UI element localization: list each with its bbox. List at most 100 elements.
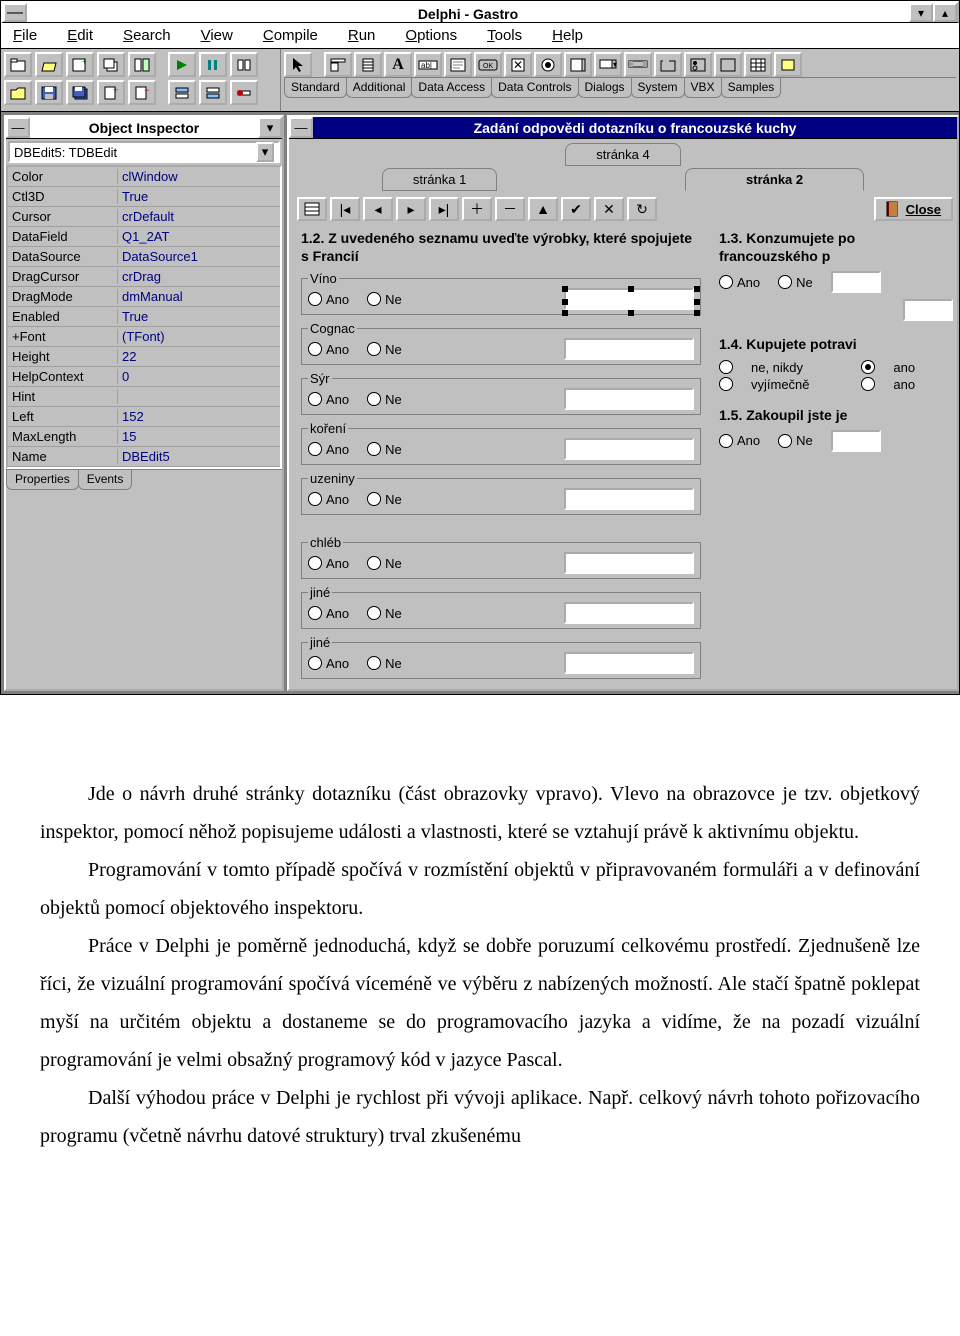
q12-7-no[interactable]: Ne: [367, 656, 402, 671]
menu-help[interactable]: Help: [546, 25, 589, 46]
toggle-button[interactable]: [128, 52, 156, 77]
q12-3-edit[interactable]: [564, 438, 694, 460]
prop-row-hint[interactable]: Hint: [8, 387, 280, 407]
q12-6-edit[interactable]: [564, 602, 694, 624]
q15-yes[interactable]: Ano: [719, 433, 760, 448]
prop-row-enabled[interactable]: EnabledTrue: [8, 307, 280, 327]
q12-3-yes[interactable]: Ano: [308, 442, 349, 457]
comp-radio[interactable]: [534, 52, 562, 77]
menu-edit[interactable]: Edit: [61, 25, 99, 46]
chevron-down-icon[interactable]: ▾: [256, 142, 274, 162]
comp-checkbox[interactable]: ✕: [504, 52, 532, 77]
nav-delete-button[interactable]: －: [495, 197, 525, 221]
q12-0-no[interactable]: Ne: [367, 292, 402, 307]
tab-events[interactable]: Events: [78, 470, 133, 490]
nav-post-button[interactable]: ✔: [561, 197, 591, 221]
nav-prev-button[interactable]: ◂: [363, 197, 393, 221]
tab-page4[interactable]: stránka 4: [565, 143, 680, 166]
q12-3-no[interactable]: Ne: [367, 442, 402, 457]
tab-properties[interactable]: Properties: [6, 470, 79, 490]
q12-2-yes[interactable]: Ano: [308, 392, 349, 407]
q12-1-no[interactable]: Ne: [367, 342, 402, 357]
form-sysmenu-icon[interactable]: —: [289, 117, 313, 138]
q14-opt4[interactable]: ano: [861, 377, 953, 392]
prop-row-+font[interactable]: +Font(TFont): [8, 327, 280, 347]
arrow-tool[interactable]: [284, 52, 312, 77]
q13-edit2[interactable]: [903, 299, 953, 321]
nav-insert-button[interactable]: ＋: [462, 197, 492, 221]
object-selector[interactable]: DBEdit5: TDBEdit ▾: [8, 141, 280, 163]
nav-cancel-button[interactable]: ✕: [594, 197, 624, 221]
form-client-area[interactable]: stránka 4 stránka 1 stránka 2 |◂ ◂ ▸ ▸|: [289, 139, 957, 689]
comp-label[interactable]: A: [384, 52, 412, 77]
tab-additional[interactable]: Additional: [346, 78, 413, 98]
save-all-button[interactable]: [66, 80, 94, 105]
comp-button[interactable]: OK: [474, 52, 502, 77]
prop-row-color[interactable]: ColorclWindow: [8, 167, 280, 187]
pause-button[interactable]: [199, 52, 227, 77]
run-button[interactable]: [168, 52, 196, 77]
nav-edit-button[interactable]: ▲: [528, 197, 558, 221]
prop-row-ctl3d[interactable]: Ctl3DTrue: [8, 187, 280, 207]
nav-next-button[interactable]: ▸: [396, 197, 426, 221]
add-file-button[interactable]: +: [97, 80, 125, 105]
open-button[interactable]: [35, 52, 63, 77]
q12-2-edit[interactable]: [564, 388, 694, 410]
breakpoint-button[interactable]: [230, 80, 258, 105]
prop-row-name[interactable]: NameDBEdit5: [8, 447, 280, 467]
q14-opt2[interactable]: vyjímečně: [719, 377, 847, 392]
close-button[interactable]: Close: [874, 197, 953, 221]
prop-row-cursor[interactable]: CursorcrDefault: [8, 207, 280, 227]
q12-5-no[interactable]: Ne: [367, 556, 402, 571]
prop-row-maxlength[interactable]: MaxLength15: [8, 427, 280, 447]
menu-tools[interactable]: Tools: [481, 25, 528, 46]
q12-6-yes[interactable]: Ano: [308, 606, 349, 621]
q12-2-no[interactable]: Ne: [367, 392, 402, 407]
minimize-button[interactable]: ▾: [909, 3, 933, 22]
open-file-button[interactable]: [4, 80, 32, 105]
comp-edit[interactable]: ab|: [414, 52, 442, 77]
prop-row-dragmode[interactable]: DragModedmManual: [8, 287, 280, 307]
tab-dialogs[interactable]: Dialogs: [578, 78, 632, 98]
tab-data-access[interactable]: Data Access: [411, 78, 492, 98]
q12-6-no[interactable]: Ne: [367, 606, 402, 621]
prop-row-left[interactable]: Left152: [8, 407, 280, 427]
q12-7-edit[interactable]: [564, 652, 694, 674]
inspector-min-button[interactable]: ▾: [258, 117, 282, 138]
nav-last-button[interactable]: ▸|: [429, 197, 459, 221]
q12-1-edit[interactable]: [564, 338, 694, 360]
menu-run[interactable]: Run: [342, 25, 382, 46]
comp-scrollbar[interactable]: [624, 52, 652, 77]
comp-groupbox[interactable]: [654, 52, 682, 77]
menu-search[interactable]: Search: [117, 25, 177, 46]
property-grid[interactable]: ColorclWindowCtl3DTrueCursorcrDefault Dat…: [6, 165, 282, 469]
q12-7-yes[interactable]: Ano: [308, 656, 349, 671]
menu-file[interactable]: File: [7, 25, 43, 46]
tab-vbx[interactable]: VBX: [684, 78, 722, 98]
trace-into-button[interactable]: [168, 80, 196, 105]
q14-opt1[interactable]: ne, nikdy: [719, 360, 847, 375]
comp-popup[interactable]: [354, 52, 382, 77]
q12-4-yes[interactable]: Ano: [308, 492, 349, 507]
q12-0-yes[interactable]: Ano: [308, 292, 349, 307]
remove-file-button[interactable]: −: [128, 80, 156, 105]
tab-page2-active[interactable]: stránka 2: [685, 168, 864, 191]
q14-opt3[interactable]: ano: [861, 360, 953, 375]
system-menu-icon[interactable]: —: [3, 3, 27, 22]
step-button[interactable]: [230, 52, 258, 77]
nav-first-button[interactable]: |◂: [330, 197, 360, 221]
comp-panel[interactable]: [714, 52, 742, 77]
q12-1-yes[interactable]: Ano: [308, 342, 349, 357]
q12-0-edit[interactable]: [564, 288, 694, 310]
prop-row-helpcontext[interactable]: HelpContext0: [8, 367, 280, 387]
q13-no[interactable]: Ne: [778, 275, 813, 290]
new-form-button[interactable]: +: [66, 52, 94, 77]
nav-refresh-button[interactable]: ↻: [627, 197, 657, 221]
q15-edit[interactable]: [831, 430, 881, 452]
step-over-button[interactable]: [199, 80, 227, 105]
save-button[interactable]: [35, 80, 63, 105]
q15-no[interactable]: Ne: [778, 433, 813, 448]
prop-row-datasource[interactable]: DataSourceDataSource1: [8, 247, 280, 267]
tab-page1[interactable]: stránka 1: [382, 168, 497, 191]
nav-table-button[interactable]: [297, 197, 327, 221]
